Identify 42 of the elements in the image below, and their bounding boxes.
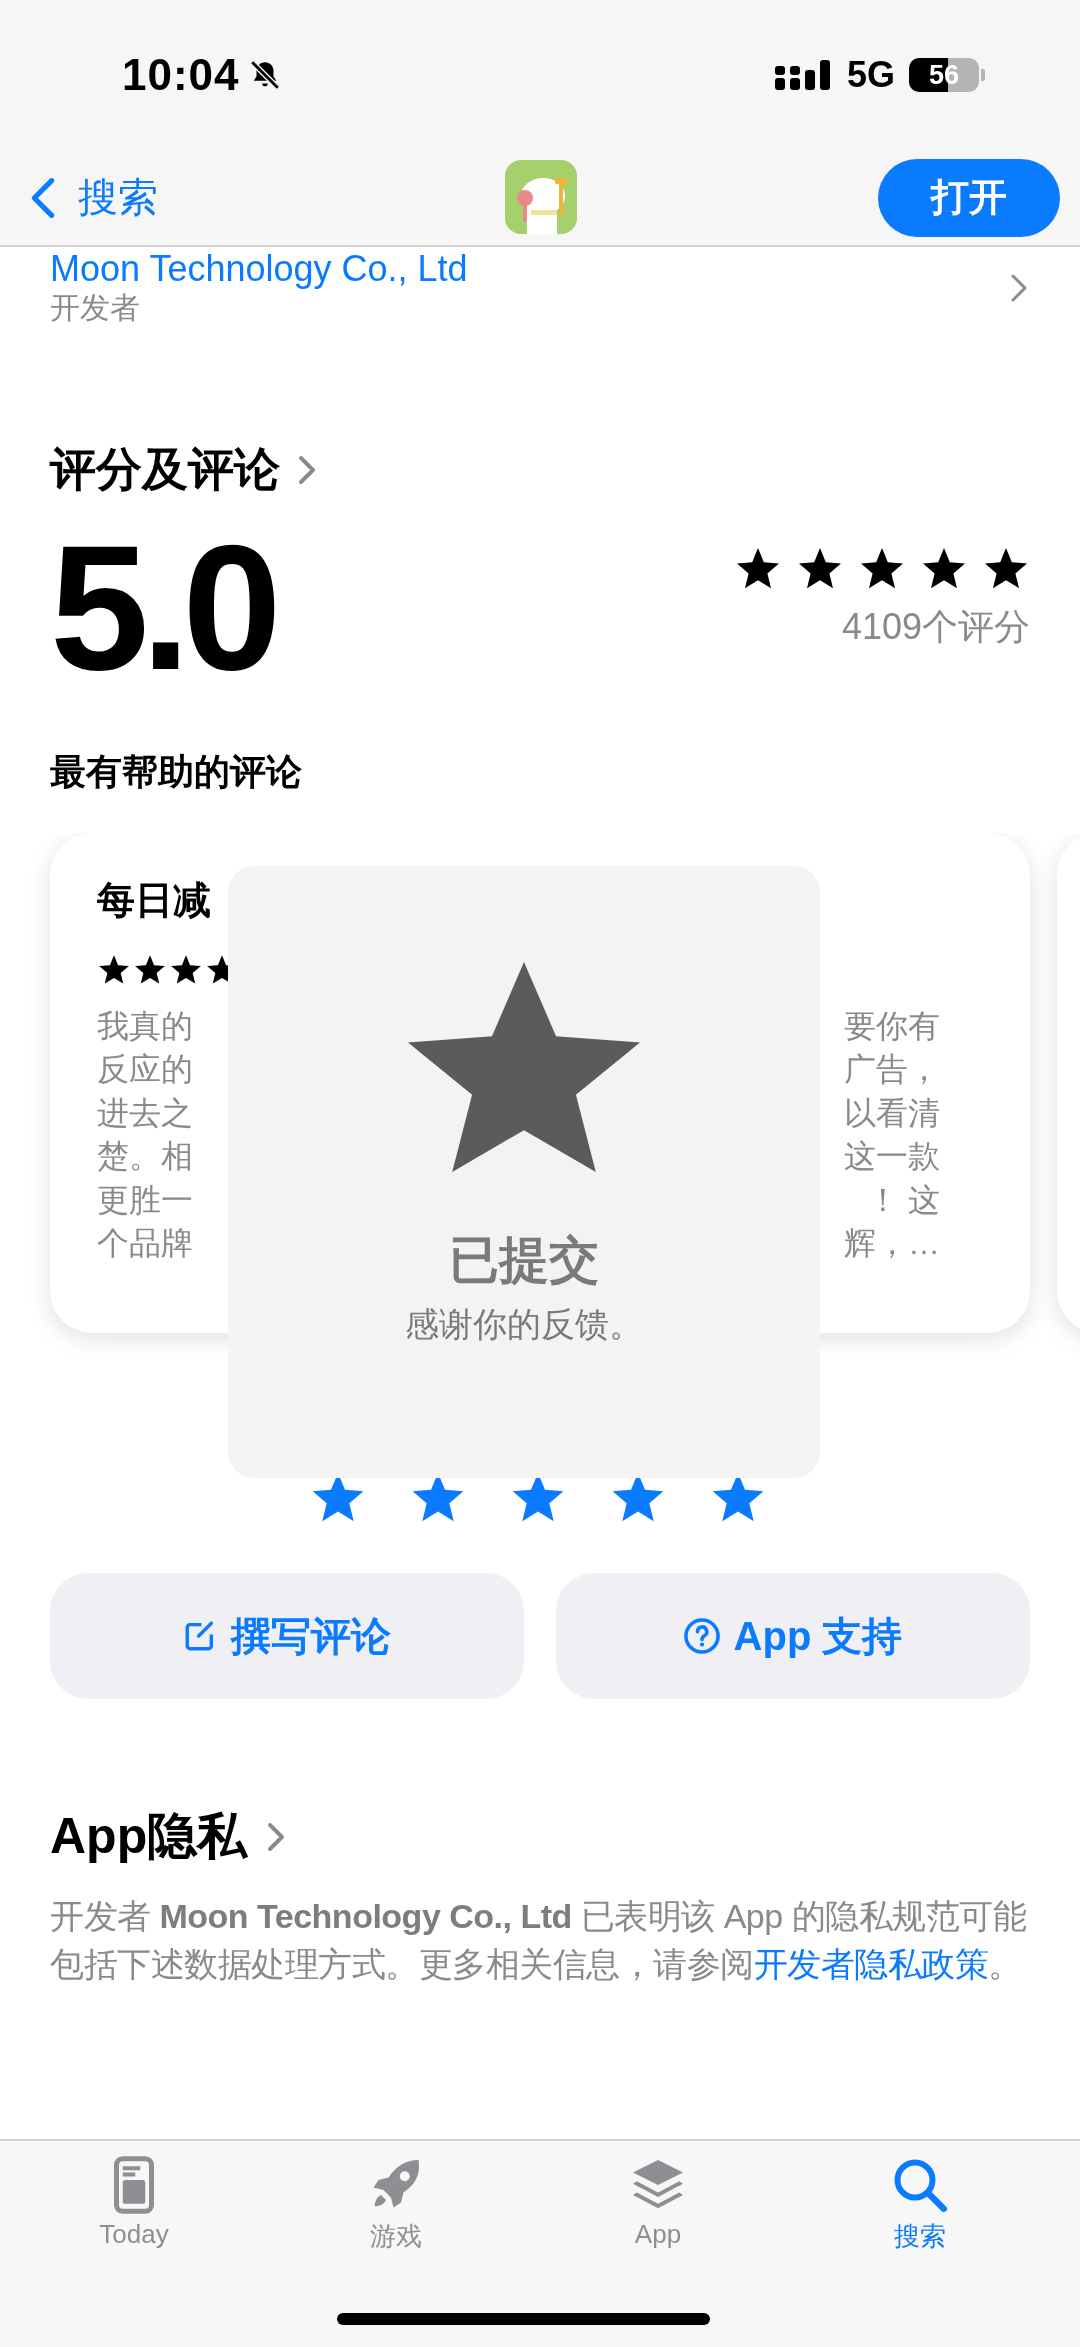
app-support-button[interactable]: App 支持 — [556, 1573, 1030, 1699]
review-text: 以看清 — [844, 1093, 940, 1133]
review-text: 辉，… — [844, 1224, 940, 1264]
question-icon — [683, 1618, 720, 1654]
privacy-description: 开发者 Moon Technology Co., Ltd 已表明该 App 的隐私规范可能包括下述数据处理方式。更多相关信息，请参阅开发者隐私政策。 — [50, 1896, 1028, 1985]
review-text: 反应的 — [97, 1050, 193, 1090]
app-icon — [505, 160, 577, 234]
review-text: 要你有 — [844, 1007, 940, 1046]
review-title: 每日减 — [97, 878, 212, 923]
ratings-heading[interactable]: 评分及评论 — [50, 439, 316, 501]
write-review-button[interactable]: 撰写评论 — [50, 1573, 524, 1699]
chevron-right-icon — [1010, 273, 1028, 303]
rating-count: 4109个评分 — [841, 604, 1030, 649]
review-text: 个品牌 — [97, 1224, 193, 1264]
developer-link[interactable]: Moon Technology Co., Ltd — [50, 249, 468, 289]
review-text: ！ 这 — [867, 1180, 940, 1220]
review-text: 更胜一 — [97, 1180, 193, 1220]
chevron-right-icon — [267, 1820, 286, 1853]
average-rating: 5.0 — [50, 523, 274, 693]
network-label: 5G — [846, 54, 895, 96]
review-text: 这一款 — [844, 1137, 940, 1177]
tab-item[interactable]: Today — [3, 2155, 265, 2254]
review-text: 楚。相 — [97, 1137, 193, 1177]
chevron-left-icon — [30, 175, 56, 220]
signal-icon — [774, 58, 833, 92]
review-text: 进去之 — [97, 1093, 193, 1133]
privacy-heading[interactable]: App隐私 — [50, 1803, 286, 1870]
tab-item[interactable]: 游戏 — [265, 2155, 527, 2254]
review-text: 我真的 — [97, 1007, 193, 1046]
tab-item[interactable]: App — [527, 2155, 789, 2254]
developer-label: 开发者 — [50, 290, 141, 326]
toast-message: 感谢你的反馈。 — [405, 1304, 643, 1345]
privacy-policy-link[interactable]: 开发者隐私政策 — [753, 1945, 988, 1983]
status-time: 10:04 — [122, 50, 240, 100]
review-text: 广告， — [844, 1050, 940, 1090]
back-button[interactable]: 搜索 — [30, 170, 158, 225]
section-heading: 最有帮助的评论 — [49, 750, 303, 794]
tab-item[interactable]: 搜索 — [789, 2155, 1051, 2254]
star-icon — [408, 962, 640, 1172]
chevron-right-icon — [298, 455, 316, 485]
toast-title: 已提交 — [449, 1231, 599, 1290]
open-button[interactable]: 打开 — [878, 158, 1060, 237]
